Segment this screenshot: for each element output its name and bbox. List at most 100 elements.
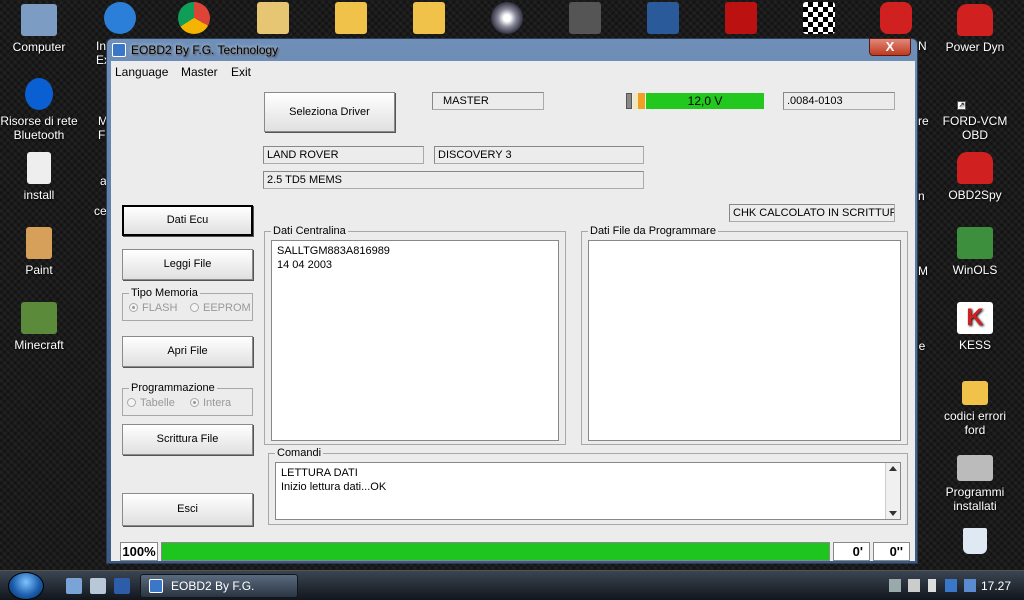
battery-icon[interactable]: [928, 579, 936, 592]
esci-button[interactable]: Esci: [122, 493, 253, 526]
chrome-icon[interactable]: [178, 2, 210, 34]
radio-tabelle[interactable]: Tabelle: [127, 397, 175, 409]
radio-selected-icon: [129, 303, 138, 312]
app-tray-icon[interactable]: [964, 579, 976, 592]
desktop-icon-winols[interactable]: WinOLS: [933, 227, 1017, 277]
switch-windows-icon[interactable]: [90, 578, 106, 594]
hidden-icon-label: ce: [94, 204, 107, 218]
timer-minutes: 0': [833, 542, 870, 561]
scroll-down-icon[interactable]: [889, 511, 897, 516]
word-icon[interactable]: [114, 578, 130, 594]
desktop-icon-label: Paint: [25, 263, 53, 277]
voltage-gauge-icon: [626, 93, 632, 109]
programmazione-label: Programmazione: [129, 382, 217, 394]
desktop-icon-power-dyn[interactable]: Power Dyn: [933, 4, 1017, 54]
scroll-up-icon[interactable]: [889, 466, 897, 471]
window-titlebar[interactable]: EOBD2 By F.G. Technology X: [107, 38, 917, 61]
hidden-icon-label: F: [98, 128, 106, 142]
taskbar-item-eobd2[interactable]: EOBD2 By F.G. Techn...: [140, 574, 298, 598]
desktop-icon-computer[interactable]: Computer: [0, 4, 81, 54]
recycle-bin-icon: [963, 528, 987, 554]
mpps-icon[interactable]: [569, 2, 601, 34]
voltage-value: 12,0 V: [646, 93, 764, 109]
menu-master[interactable]: Master: [181, 65, 218, 79]
library-icon[interactable]: [257, 2, 289, 34]
car-icon[interactable]: [880, 2, 912, 34]
app-icon[interactable]: [647, 2, 679, 34]
eobd2-window: EOBD2 By F.G. Technology X Language Mast…: [106, 38, 918, 564]
apri-file-button[interactable]: Apri File: [122, 336, 253, 367]
desktop-icon-label: Minecraft: [14, 338, 64, 352]
kess-icon: K: [957, 302, 993, 334]
app-icon: [149, 579, 163, 593]
dati-centralina-group: Dati Centralina SALLTGM883A816989 14 04 …: [264, 225, 566, 445]
network-icon[interactable]: [889, 579, 901, 592]
clock[interactable]: 17.27: [981, 579, 1011, 593]
desktop-icon-recycle-bin[interactable]: [933, 528, 1017, 558]
comandi-log[interactable]: LETTURA DATI Inizio lettura dati...OK: [275, 462, 901, 520]
hidden-icon-label: re: [918, 114, 929, 128]
radio-eeprom[interactable]: EEPROM: [190, 302, 251, 314]
disc-icon[interactable]: [491, 2, 523, 34]
radio-flash[interactable]: FLASH: [129, 302, 177, 314]
racing-flag-icon[interactable]: [803, 2, 835, 34]
radio-empty-icon: [127, 398, 136, 407]
tipo-memoria-group: Tipo Memoria FLASH EEPROM: [122, 287, 253, 321]
tipo-memoria-label: Tipo Memoria: [129, 287, 200, 299]
dati-centralina-label: Dati Centralina: [271, 225, 348, 237]
programmazione-group: Programmazione Tabelle Intera: [122, 382, 253, 416]
dati-centralina-list[interactable]: SALLTGM883A816989 14 04 2003: [271, 240, 559, 441]
folder-icon: [962, 381, 988, 405]
desktop-icon-kess[interactable]: K KESS: [933, 302, 1017, 352]
radio-intera-label: Intera: [203, 397, 232, 409]
close-button[interactable]: X: [869, 38, 911, 56]
desktop-icon-programmi-installati[interactable]: Programmi installati: [933, 455, 1017, 513]
scrittura-file-button[interactable]: Scrittura File: [122, 424, 253, 455]
menu-bar: Language Master Exit: [111, 61, 915, 81]
hidden-icon-label: In: [96, 39, 107, 53]
menu-language[interactable]: Language: [115, 65, 168, 79]
computer-icon: [21, 4, 57, 36]
desktop-icon-label: WinOLS: [952, 263, 998, 277]
menu-exit[interactable]: Exit: [231, 65, 251, 79]
progress-track: [161, 542, 830, 561]
shortcut-arrow-icon: ↗: [957, 101, 966, 110]
make-field: LAND ROVER: [263, 146, 424, 164]
radio-flash-label: FLASH: [142, 302, 178, 314]
document-icon: [27, 152, 51, 184]
volume-icon[interactable]: [908, 579, 920, 592]
progress-fill: [162, 543, 829, 560]
start-button[interactable]: [8, 572, 44, 600]
radio-intera[interactable]: Intera: [190, 397, 231, 409]
desktop-icon-codici-errori-ford[interactable]: codici errori ford: [933, 377, 1017, 437]
desktop-icon-label: OBD2Spy: [948, 188, 1002, 202]
dati-file-list[interactable]: [588, 240, 901, 441]
desktop-icon-obd2spy[interactable]: OBD2Spy: [933, 152, 1017, 202]
folder-icon[interactable]: [413, 2, 445, 34]
folder-icon[interactable]: [335, 2, 367, 34]
desktop-icon-bluetooth[interactable]: Risorse di rete Bluetooth: [0, 78, 81, 142]
window-client: Language Master Exit Seleziona Driver MA…: [111, 61, 915, 561]
desktop-icon-minecraft[interactable]: Minecraft: [0, 302, 81, 352]
desktop-icon-paint[interactable]: Paint: [0, 227, 81, 277]
radio-tabelle-label: Tabelle: [140, 397, 175, 409]
device-icon[interactable]: [945, 579, 957, 592]
desktop-icon-ford-vcm[interactable]: ↗ FORD-VCM OBD: [933, 78, 1017, 142]
seleziona-driver-button[interactable]: Seleziona Driver: [264, 92, 395, 132]
voltage-indicator: 12,0 V: [626, 92, 769, 110]
dati-ecu-button[interactable]: Dati Ecu: [122, 205, 253, 236]
comandi-group: Comandi LETTURA DATI Inizio lettura dati…: [268, 447, 908, 525]
internet-explorer-icon[interactable]: [104, 2, 136, 34]
desktop-icon-label: install: [23, 188, 55, 202]
leggi-file-button[interactable]: Leggi File: [122, 249, 253, 280]
desktop-icon-label: Risorse di rete Bluetooth: [0, 114, 78, 142]
chip-icon: [957, 455, 993, 481]
desktop-icon-install[interactable]: install: [0, 152, 81, 202]
car-icon: [957, 4, 993, 36]
ecm-titanium-icon[interactable]: [725, 2, 757, 34]
minecraft-icon: [21, 302, 57, 334]
log-scrollbar[interactable]: [885, 463, 900, 519]
desktop-icon-label: codici errori ford: [943, 409, 1006, 437]
show-desktop-icon[interactable]: [66, 578, 82, 594]
desktop-icon-label: Computer: [12, 40, 66, 54]
